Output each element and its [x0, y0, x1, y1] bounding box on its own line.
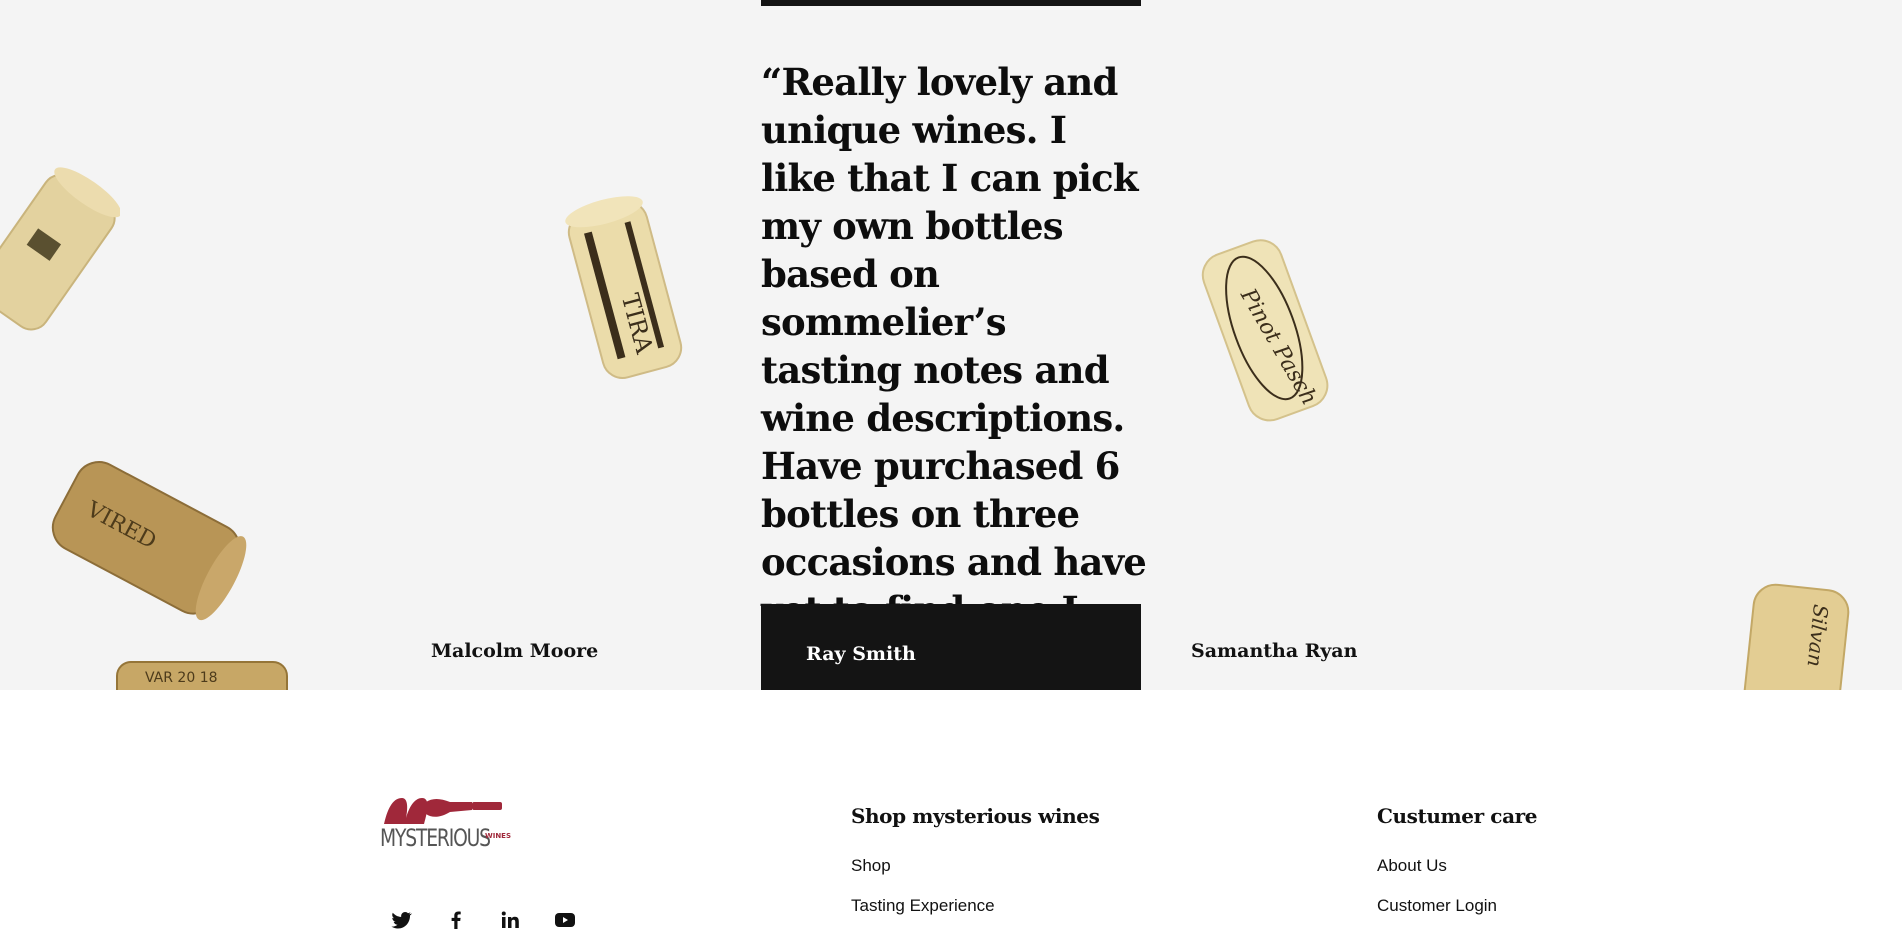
testimonial-quote: “Really lovely and unique wines. I like … — [761, 60, 1147, 680]
wine-cork-image: VAR 20 18 — [116, 661, 288, 690]
wine-bottle-logo-icon — [384, 798, 502, 824]
footer-link-customer-login[interactable]: Customer Login — [1377, 896, 1497, 916]
svg-text:VAR 20 18: VAR 20 18 — [145, 670, 218, 686]
customer-care-column-title: Custumer care — [1377, 804, 1538, 828]
wine-cork-image: Pinot Pasch — [1201, 239, 1329, 422]
twitter-icon[interactable] — [389, 908, 413, 932]
footer-link-about-us[interactable]: About Us — [1377, 856, 1447, 876]
wine-cork-image: VIRED — [51, 461, 247, 621]
author-tab-samantha-ryan[interactable]: Samantha Ryan — [1191, 640, 1357, 662]
author-tab-malcolm-moore[interactable]: Malcolm Moore — [431, 640, 598, 662]
footer-link-tasting-experience[interactable]: Tasting Experience — [851, 896, 995, 916]
testimonials-section: TIRA Pinot Pasch VIRED VAR 20 18 Silvan … — [0, 0, 1902, 690]
facebook-icon[interactable] — [444, 908, 468, 932]
shop-column-title: Shop mysterious wines — [851, 804, 1100, 828]
linkedin-icon[interactable] — [498, 908, 522, 932]
author-name: Ray Smith — [806, 643, 916, 665]
wine-cork-image — [0, 167, 120, 331]
logo-wordmark: MYSTERIOUS — [380, 824, 491, 852]
author-tab-ray-smith[interactable]: Ray Smith — [761, 604, 1141, 690]
footer-link-shop[interactable]: Shop — [851, 856, 891, 876]
brand-logo[interactable]: MYSTERIOUS WINES — [380, 790, 511, 854]
quote-top-bar — [761, 0, 1141, 6]
youtube-icon[interactable] — [553, 908, 577, 932]
wine-cork-image: TIRA — [565, 196, 683, 379]
wine-cork-image: Silvan — [1741, 583, 1850, 690]
logo-subtext: WINES — [485, 832, 512, 840]
